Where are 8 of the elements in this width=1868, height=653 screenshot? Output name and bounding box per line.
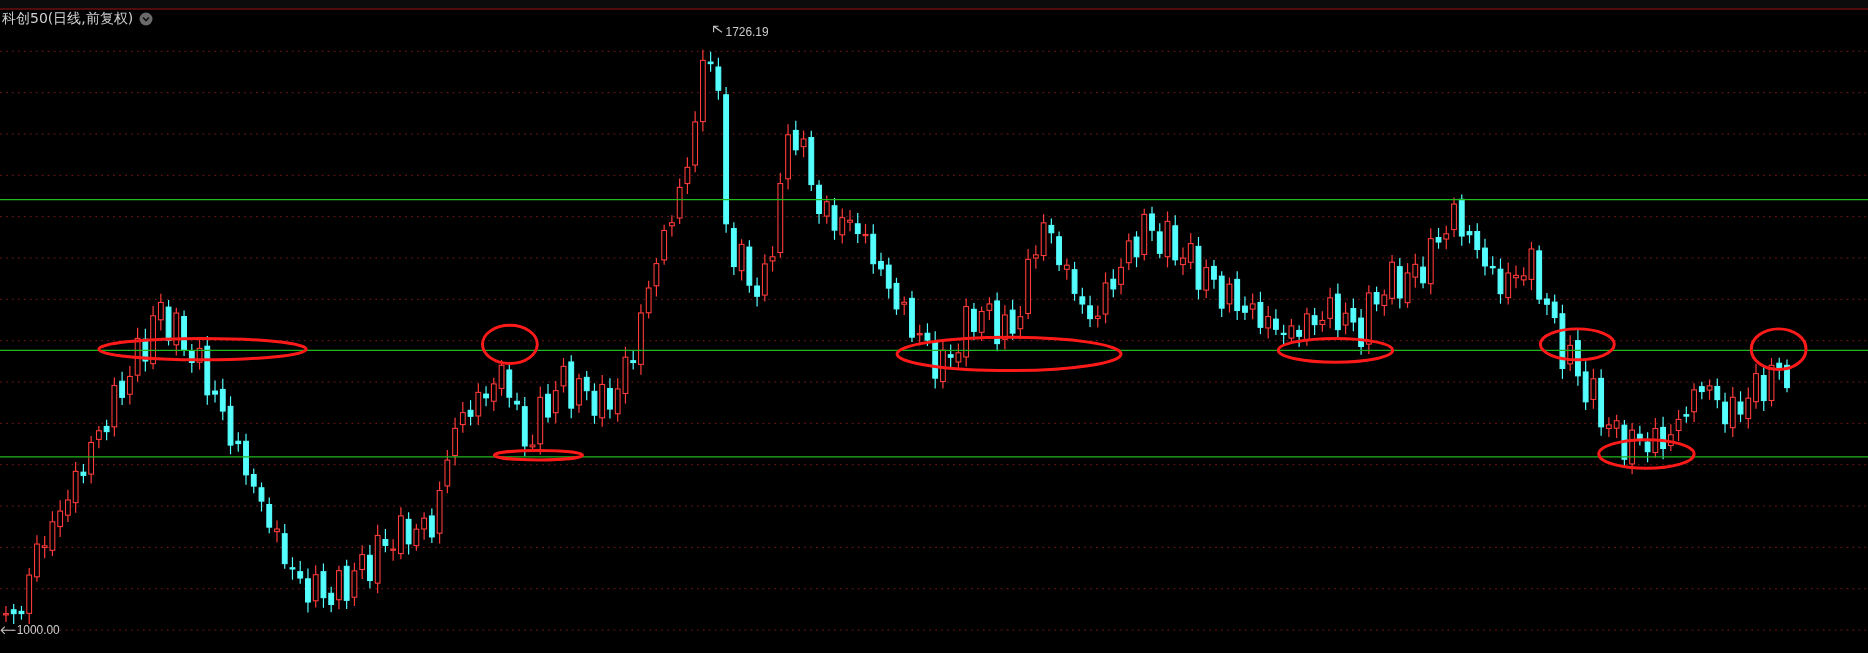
low-price-label: 1000.00 [16,623,60,638]
chart-title: 科创50(日线,前复权) [2,10,134,28]
pointer-arrow-icon [713,25,723,33]
ellipse-annotation [481,323,539,365]
left-arrow-icon [0,626,17,635]
dropdown-icon[interactable] [139,12,154,26]
ellipse-annotation [1749,327,1808,371]
high-price-label: 1726.19 [725,24,769,39]
